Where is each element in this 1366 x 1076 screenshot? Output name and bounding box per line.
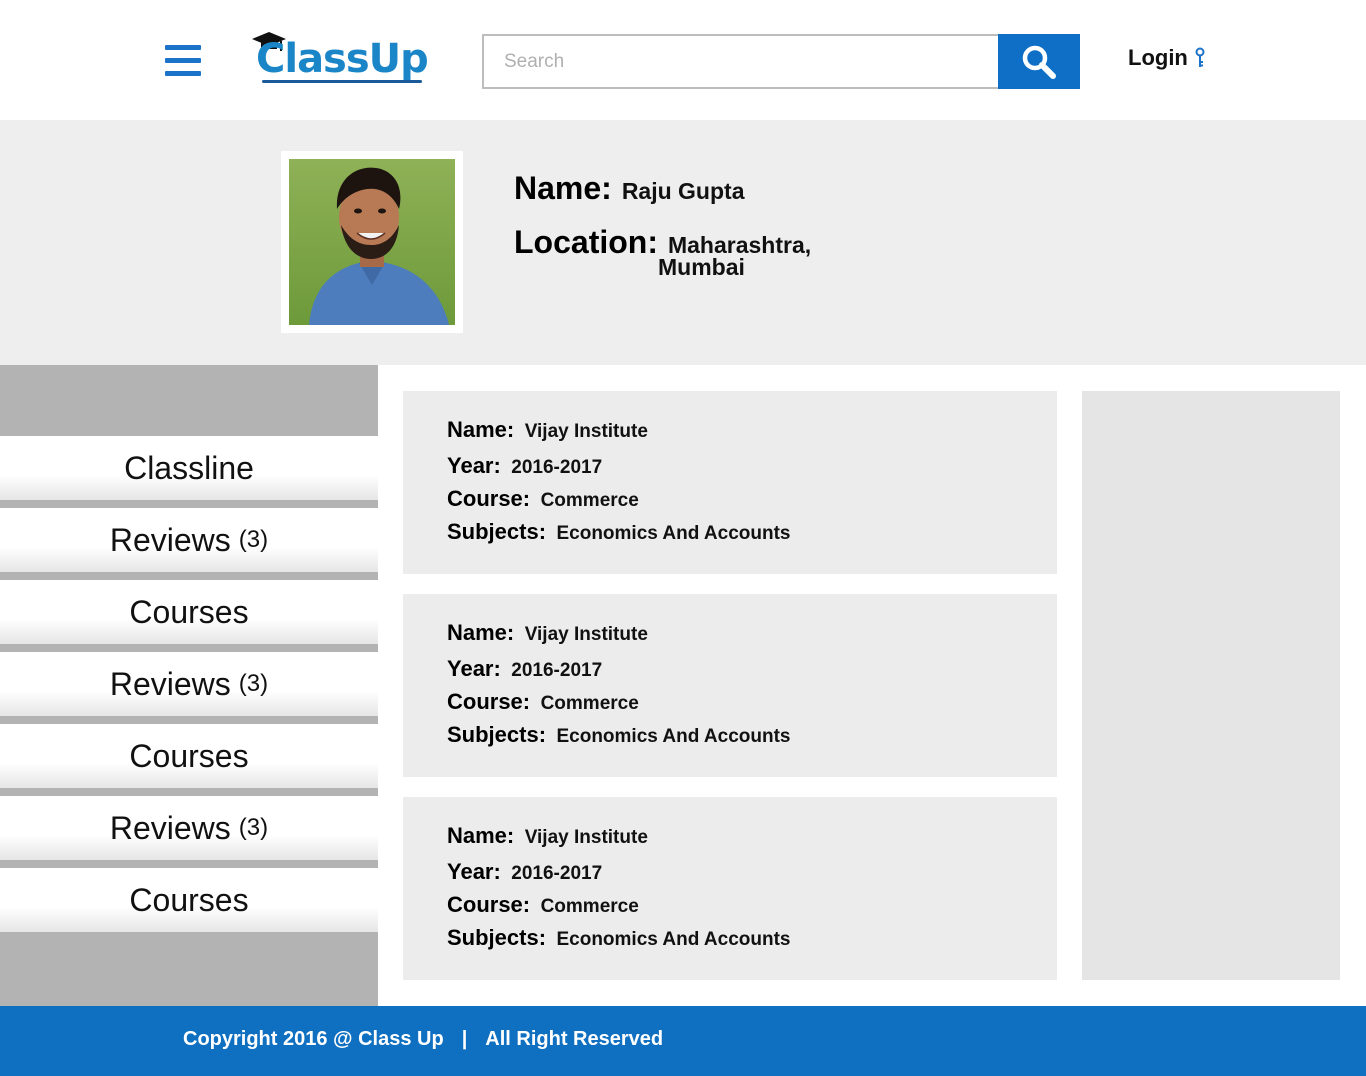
search-input[interactable] [484,36,998,87]
card-year-value: 2016-2017 [511,660,603,681]
card-year-value: 2016-2017 [511,457,603,478]
profile-name-value: Raju Gupta [621,178,745,204]
card-subjects-label: Subjects: [447,722,547,747]
footer: Copyright 2016 @ Class Up | All Right Rese… [0,1006,1366,1076]
card-course-row: Course: Commerce [447,689,639,715]
sidebar-item-reviews[interactable]: Reviews (3) [0,508,378,572]
sidebar-item-label: Classline [124,449,254,486]
profile-photo-frame [281,151,463,333]
sidebar-item-count: (3) [238,814,269,841]
card-course-row: Course: Commerce [447,892,639,918]
sidebar-item-classline[interactable]: Classline [0,436,378,500]
top-header: ClassUp Login [0,0,1366,120]
card-course-label: Course: [447,892,531,917]
search-icon [1022,45,1056,79]
sidebar-item-label: Reviews [109,521,231,558]
card-name-value: Vijay Institute [524,624,648,645]
sidebar-item-label: Reviews [109,665,231,702]
sidebar-item-label: Courses [129,737,249,774]
card-course-value: Commerce [540,896,639,917]
search-field[interactable] [482,34,1000,89]
card-course-value: Commerce [540,490,639,511]
footer-text: Copyright 2016 @ Class Up | All Right Rese… [183,1028,663,1051]
profile-location-city: Mumbai [658,254,745,280]
card-subjects-row: Subjects: Economics And Accounts [447,722,791,748]
card-year-label: Year: [447,859,501,884]
profile-name-row: Name: Raju Gupta [514,170,744,207]
sidebar-item-reviews[interactable]: Reviews (3) [0,796,378,860]
card-year-label: Year: [447,656,501,681]
sidebar: Classline Reviews (3) Courses Reviews (3… [0,365,378,1006]
search-button[interactable] [998,34,1080,89]
card-name-label: Name: [447,620,515,645]
sidebar-item-count: (3) [238,526,269,553]
profile-photo [289,159,455,325]
sidebar-item-count: (3) [238,670,269,697]
card-year-row: Year: 2016-2017 [447,453,602,479]
card-subjects-value: Economics And Accounts [556,523,791,544]
card-name-row: Name: Vijay Institute [447,417,648,443]
footer-copyright: Copyright 2016 @ Class Up [183,1028,444,1050]
card-course-label: Course: [447,689,531,714]
card-name-value: Vijay Institute [524,827,648,848]
card-course-value: Commerce [540,693,639,714]
card-subjects-row: Subjects: Economics And Accounts [447,925,791,951]
sidebar-item-courses[interactable]: Courses [0,724,378,788]
profile-location-label: Location: [514,224,658,260]
logo-text: ClassUp [256,36,429,82]
card-subjects-value: Economics And Accounts [556,929,791,950]
classline-card[interactable]: Name: Vijay Institute Year: 2016-2017 Co… [403,391,1057,574]
card-name-value: Vijay Institute [524,421,648,442]
sidebar-item-label: Courses [129,881,249,918]
profile-name-label: Name: [514,170,612,206]
login-label: Login [1128,45,1188,70]
logo-underline [262,80,422,83]
card-subjects-row: Subjects: Economics And Accounts [447,519,791,545]
card-year-row: Year: 2016-2017 [447,859,602,885]
footer-rights: All Right Reserved [485,1028,664,1050]
card-course-row: Course: Commerce [447,486,639,512]
card-year-value: 2016-2017 [511,863,603,884]
sidebar-item-label: Courses [129,593,249,630]
card-course-label: Course: [447,486,531,511]
card-subjects-label: Subjects: [447,519,547,544]
sidebar-item-reviews[interactable]: Reviews (3) [0,652,378,716]
login-link[interactable]: Login [1128,45,1206,71]
card-name-label: Name: [447,417,515,442]
classline-card[interactable]: Name: Vijay Institute Year: 2016-2017 Co… [403,594,1057,777]
sidebar-item-courses[interactable]: Courses [0,868,378,932]
card-name-row: Name: Vijay Institute [447,823,648,849]
card-name-row: Name: Vijay Institute [447,620,648,646]
classline-card[interactable]: Name: Vijay Institute Year: 2016-2017 Co… [403,797,1057,980]
key-icon [1195,47,1205,67]
footer-separator: | [461,1028,468,1050]
card-subjects-label: Subjects: [447,925,547,950]
card-year-label: Year: [447,453,501,478]
card-subjects-value: Economics And Accounts [556,726,791,747]
hamburger-menu-icon[interactable] [165,45,201,77]
site-logo[interactable]: ClassUp [252,30,432,86]
sidebar-item-label: Reviews [109,809,231,846]
card-name-label: Name: [447,823,515,848]
sidebar-item-courses[interactable]: Courses [0,580,378,644]
card-year-row: Year: 2016-2017 [447,656,602,682]
right-side-panel [1082,391,1340,980]
